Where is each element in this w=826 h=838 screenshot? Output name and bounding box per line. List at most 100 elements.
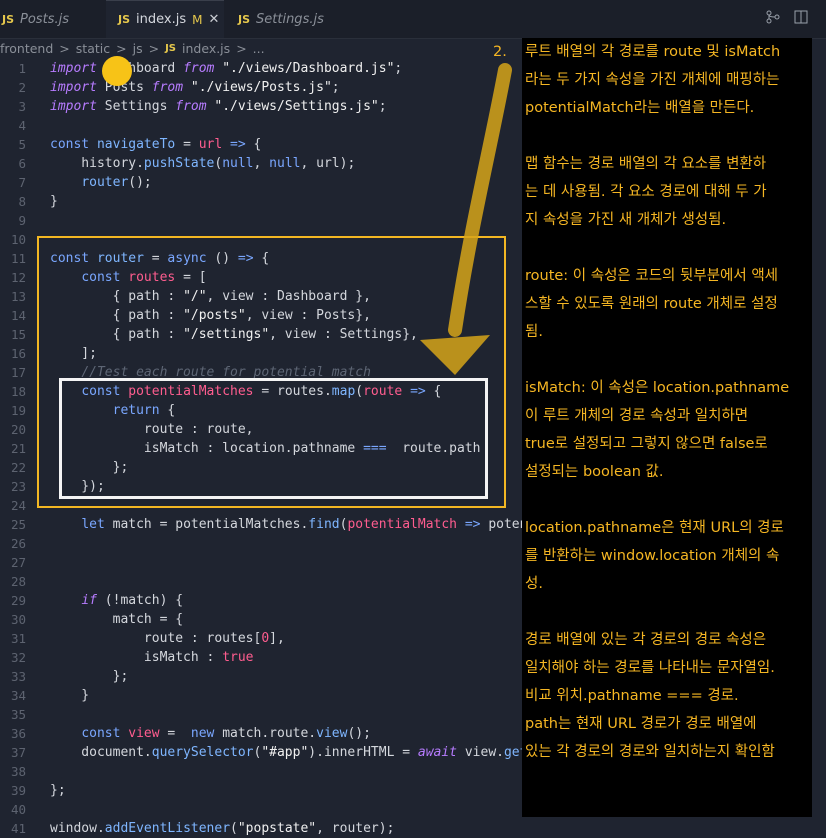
line-number: 36 [10, 726, 26, 741]
code-text: document.querySelector("#app").innerHTML… [50, 745, 582, 760]
editor-tab-bar: JS Posts.js JS index.js M ✕ JS Settings.… [0, 0, 826, 39]
line-number: 35 [10, 707, 26, 722]
line-number: 24 [10, 498, 26, 513]
breadcrumb-file[interactable]: index.js [182, 41, 230, 56]
line-number: 12 [10, 270, 26, 285]
line-number: 34 [10, 688, 26, 703]
annotation-line: 설정되는 boolean 값. [525, 464, 664, 480]
breadcrumb-separator: > [59, 40, 70, 56]
line-number: 21 [10, 441, 26, 456]
annotation-line: location.pathname은 현재 URL의 경로 [525, 520, 784, 536]
line-number: 11 [10, 251, 26, 266]
code-text: } [50, 194, 58, 209]
line-number: 26 [10, 536, 26, 551]
line-number: 33 [10, 669, 26, 684]
javascript-file-icon: JS [165, 42, 177, 54]
annotation-line: isMatch: 이 속성은 location.pathname [525, 380, 790, 396]
source-control-icon[interactable] [766, 10, 780, 28]
tab-index[interactable]: JS index.js M ✕ [106, 0, 224, 38]
breadcrumb-more[interactable]: ... [253, 41, 265, 56]
split-editor-icon[interactable] [794, 10, 808, 28]
breadcrumb-separator: > [116, 40, 127, 56]
code-text: window.addEventListener("popstate", rout… [50, 821, 395, 836]
line-number: 1 [18, 61, 26, 76]
line-number: 18 [10, 384, 26, 399]
line-number: 29 [10, 593, 26, 608]
code-text: if (!match) { [81, 593, 184, 608]
close-icon[interactable]: ✕ [208, 12, 219, 27]
code-text: }; [50, 783, 66, 798]
javascript-file-icon: JS [2, 12, 15, 26]
line-number: 20 [10, 422, 26, 437]
code-text: }; [50, 669, 129, 684]
line-number: 27 [10, 555, 26, 570]
annotation-line: 를 반환하는 window.location 개체의 속 [525, 548, 780, 564]
annotation-line: 있는 각 경로의 경로와 일치하는지 확인함 [525, 744, 775, 760]
line-number: 28 [10, 574, 26, 589]
breadcrumb-static[interactable]: static [76, 41, 110, 56]
annotation-line: route: 이 속성은 코드의 뒷부분에서 액세 [525, 268, 778, 284]
line-number: 17 [10, 365, 26, 380]
modified-indicator: M [192, 12, 203, 27]
line-number: 39 [10, 783, 26, 798]
breadcrumb-js[interactable]: js [133, 41, 143, 56]
annotation-line: potentialMatch라는 배열을 만든다. [525, 100, 755, 116]
line-number: 2 [18, 80, 26, 95]
editor-actions [766, 10, 808, 28]
code-text: match = { [50, 612, 184, 627]
line-number: 15 [10, 327, 26, 342]
tab-settings[interactable]: JS Settings.js [226, 0, 336, 38]
annotation-line: 경로 배열에 있는 각 경로의 경로 속성은 [525, 632, 767, 648]
line-number: 10 [10, 232, 26, 247]
annotation-line: path는 현재 URL 경로가 경로 배열에 [525, 716, 757, 732]
line-number: 19 [10, 403, 26, 418]
line-number: 14 [10, 308, 26, 323]
line-number: 4 [18, 118, 26, 133]
line-number: 22 [10, 460, 26, 475]
code-text: const view = new match.route.view(); [81, 726, 371, 741]
annotation-line: 이 루트 개체의 경로 속성과 일치하면 [525, 408, 749, 424]
line-number: 32 [10, 650, 26, 665]
line-number: 30 [10, 612, 26, 627]
code-text: const navigateTo = url => { [50, 137, 262, 152]
line-number: 3 [18, 99, 26, 114]
annotation-line: 맵 함수는 경로 배열의 각 요소를 변환하 [525, 156, 767, 172]
line-number: 37 [10, 745, 26, 760]
annotation-line: 는 데 사용됨. 각 요소 경로에 대해 두 가 [525, 184, 767, 200]
code-text: let match = potentialMatches.find(potent… [81, 517, 598, 532]
line-number: 16 [10, 346, 26, 361]
line-number: 38 [10, 764, 26, 779]
annotation-line: 일치해야 하는 경로를 나타내는 문자열임. [525, 660, 775, 676]
line-number: 7 [18, 175, 26, 190]
line-number: 5 [18, 137, 26, 152]
code-text: isMatch : true [50, 650, 254, 665]
breadcrumb-frontend[interactable]: frontend [0, 41, 53, 56]
breadcrumb-separator: > [236, 40, 247, 56]
code-text: import Settings from "./views/Settings.j… [50, 99, 387, 114]
code-text: } [50, 688, 90, 703]
javascript-file-icon: JS [238, 12, 251, 26]
tab-label: index.js [136, 12, 187, 27]
code-text: history.pushState(null, null, url); [50, 156, 356, 171]
potential-matches-highlight-box [59, 378, 488, 499]
annotation-line: 라는 두 가지 속성을 가진 개체에 매핑하는 [525, 72, 780, 88]
line-number: 6 [18, 156, 26, 171]
code-text: router(); [81, 175, 152, 190]
line-number: 40 [10, 802, 26, 817]
tab-label: Settings.js [256, 11, 324, 27]
breadcrumb-separator: > [148, 40, 160, 56]
javascript-file-icon: JS [118, 13, 131, 26]
line-number: 41 [10, 821, 26, 836]
annotation-line: true로 설정되고 그렇지 않으면 false로 [525, 436, 768, 452]
tab-posts[interactable]: JS Posts.js [0, 0, 98, 38]
code-text: import Posts from "./views/Posts.js"; [50, 80, 340, 95]
code-text: route : routes[0], [50, 631, 285, 646]
annotation-line: 루트 배열의 각 경로를 route 및 isMatch [525, 44, 781, 60]
annotation-line: 스할 수 있도록 원래의 route 개체로 설정 [525, 296, 778, 312]
line-number: 9 [18, 213, 26, 228]
line-number: 13 [10, 289, 26, 304]
line-number: 31 [10, 631, 26, 646]
annotation-step-number: 2. [493, 44, 507, 60]
highlight-dot [102, 56, 132, 86]
line-number: 23 [10, 479, 26, 494]
